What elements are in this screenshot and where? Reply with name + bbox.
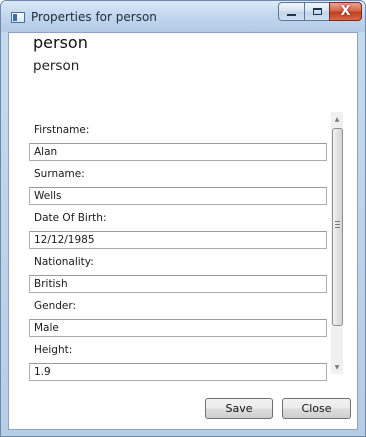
grip-icon	[335, 221, 340, 228]
scroll-down-icon[interactable]: ▼	[331, 360, 343, 374]
window-title: Properties for person	[31, 10, 157, 24]
date-of-birth-label: Date Of Birth:	[34, 212, 107, 224]
gender-input[interactable]	[29, 319, 327, 337]
save-button[interactable]: Save	[205, 398, 273, 419]
maximize-icon	[313, 8, 322, 15]
title-bar[interactable]: Properties for person X	[1, 1, 365, 32]
firstname-label: Firstname:	[34, 124, 90, 136]
object-title: person	[33, 33, 88, 52]
close-icon: X	[340, 4, 351, 19]
height-input[interactable]	[29, 363, 327, 381]
properties-window: Properties for person X person person Fi…	[0, 0, 366, 437]
firstname-input[interactable]	[29, 143, 327, 161]
close-window-button[interactable]: X	[329, 2, 362, 21]
minimize-button[interactable]	[278, 2, 305, 21]
nationality-input[interactable]	[29, 275, 327, 293]
scroll-thumb[interactable]	[332, 128, 343, 326]
form-scrollbar[interactable]: ▲ ▼	[331, 112, 343, 374]
height-label: Height:	[34, 344, 73, 356]
window-app-icon	[11, 12, 25, 23]
surname-label: Surname:	[34, 168, 85, 180]
object-type: person	[33, 58, 80, 74]
scroll-up-icon[interactable]: ▲	[331, 112, 343, 126]
minimize-icon	[287, 14, 296, 16]
nationality-label: Nationality:	[34, 256, 94, 268]
close-button[interactable]: Close	[282, 398, 351, 419]
date-of-birth-input[interactable]	[29, 231, 327, 249]
surname-input[interactable]	[29, 187, 327, 205]
maximize-button[interactable]	[304, 2, 330, 21]
gender-label: Gender:	[34, 300, 77, 312]
